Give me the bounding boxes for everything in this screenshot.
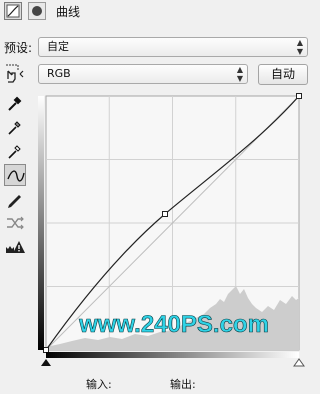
curve-point-white[interactable]: [296, 93, 302, 99]
curve-point-mid[interactable]: [162, 211, 168, 217]
output-label: 输出:: [170, 378, 196, 391]
white-point-slider[interactable]: [293, 358, 305, 367]
black-point-slider[interactable]: [41, 359, 51, 366]
watermark-text: www.240PS.com: [78, 311, 269, 338]
input-label: 输入:: [86, 378, 112, 391]
output-gradient-bar: [38, 96, 44, 350]
curve-point-black[interactable]: [43, 347, 49, 353]
curve-graph[interactable]: www.240PS.com: [0, 0, 312, 394]
input-gradient-bar: [46, 352, 299, 358]
